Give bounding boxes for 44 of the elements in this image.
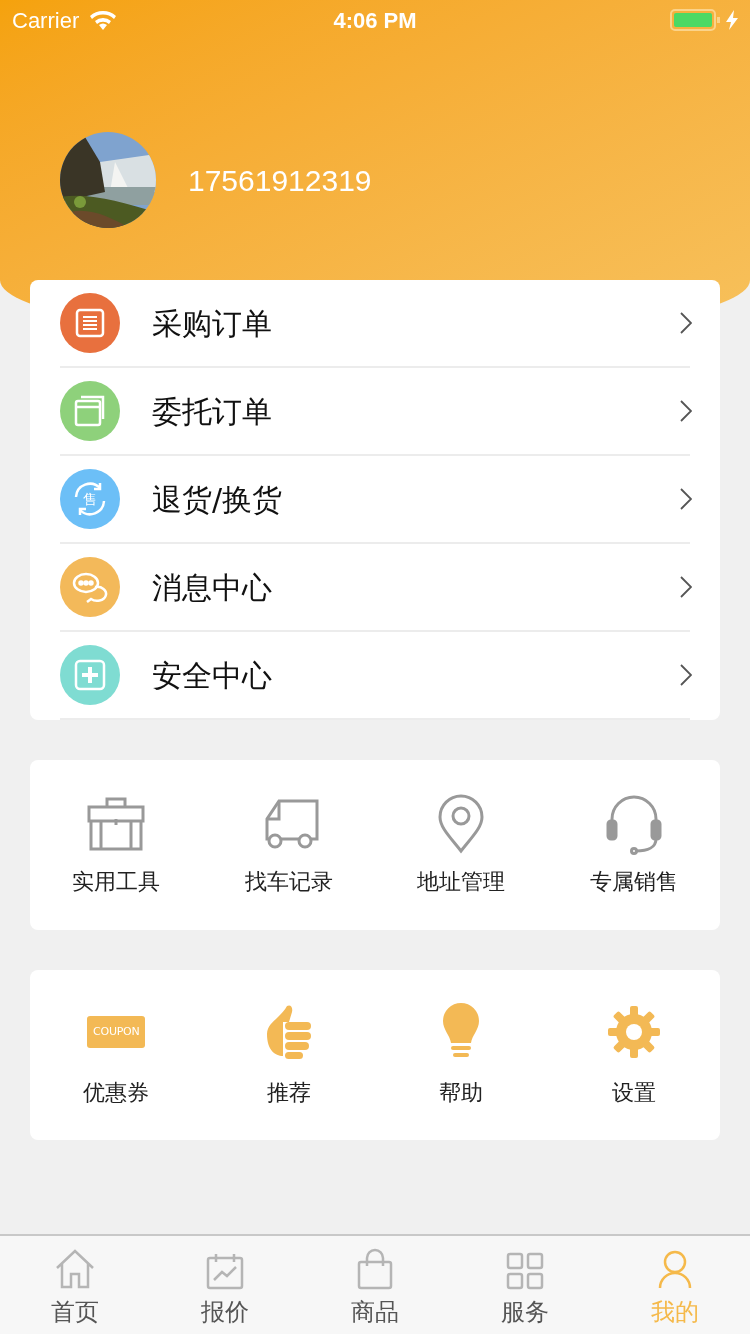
menu-label: 退货/换货 bbox=[152, 480, 284, 519]
menu-label: 采购订单 bbox=[152, 304, 273, 343]
phone-number: 17561912319 bbox=[188, 162, 372, 199]
thumbs-up-icon bbox=[264, 1003, 313, 1060]
toolbox-icon bbox=[87, 796, 146, 851]
menu-label: 委托订单 bbox=[152, 392, 273, 431]
sale-label: 售 bbox=[83, 492, 97, 506]
menu-label: 消息中心 bbox=[152, 568, 273, 607]
tab-item[interactable]: 商品 bbox=[300, 1236, 450, 1334]
tab-item[interactable]: 服务 bbox=[450, 1236, 600, 1334]
chevron-right-icon bbox=[680, 576, 692, 598]
tool-label[interactable]: 找车记录 bbox=[244, 864, 333, 898]
coupon-icon: COUPON bbox=[87, 1015, 146, 1048]
wifi-icon bbox=[89, 10, 118, 30]
tool-label[interactable]: 地址管理 bbox=[417, 864, 506, 898]
shortcut-label[interactable]: 推荐 bbox=[266, 1075, 311, 1109]
shopping-bag-icon bbox=[357, 1248, 393, 1290]
tool-label[interactable]: 实用工具 bbox=[72, 864, 161, 898]
person-icon bbox=[658, 1250, 692, 1290]
battery-icon bbox=[670, 9, 722, 31]
menu-label: 安全中心 bbox=[152, 656, 273, 695]
tool-label[interactable]: 专属销售 bbox=[589, 864, 678, 898]
chevron-right-icon bbox=[680, 664, 692, 686]
home-icon bbox=[54, 1248, 96, 1290]
charging-bolt-icon bbox=[726, 10, 738, 30]
menu-item[interactable]: 安全中心 bbox=[60, 632, 690, 720]
location-pin-icon bbox=[437, 793, 486, 854]
shortcut-label[interactable]: 优惠券 bbox=[83, 1075, 150, 1109]
tab-item[interactable]: 报价 bbox=[150, 1236, 300, 1334]
calendar-chart-icon bbox=[206, 1252, 244, 1290]
menu-item[interactable]: 采购订单 bbox=[60, 280, 690, 368]
shortcut-label[interactable]: 帮助 bbox=[439, 1075, 484, 1109]
settings-icon bbox=[606, 1004, 661, 1059]
chevron-right-icon bbox=[680, 488, 692, 510]
menu-item[interactable]: 售 退货/换货 bbox=[60, 456, 690, 544]
chevron-right-icon bbox=[680, 312, 692, 334]
carrier-name: Carrier bbox=[12, 6, 80, 35]
status-time: 4:06 PM bbox=[333, 6, 417, 35]
chevron-right-icon bbox=[680, 400, 692, 422]
menu-item[interactable]: 委托订单 bbox=[60, 368, 690, 456]
shortcut-label[interactable]: 设置 bbox=[611, 1075, 656, 1109]
menu-item[interactable]: 消息中心 bbox=[60, 544, 690, 632]
grid-icon bbox=[506, 1252, 544, 1290]
tab-item[interactable]: 首页 bbox=[0, 1236, 150, 1334]
